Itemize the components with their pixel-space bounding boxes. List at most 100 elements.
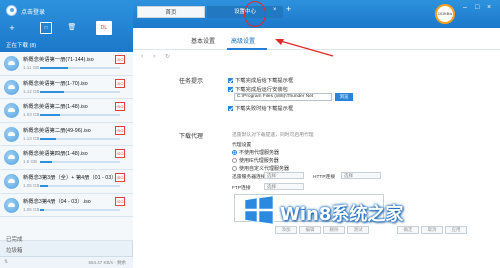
- list-item[interactable]: 新概念英语第二册(1-48).iso 1.03 GB ISO: [0, 99, 133, 123]
- download-mode-button[interactable]: DL: [96, 21, 112, 35]
- checkbox[interactable]: [228, 106, 233, 111]
- expand-icon[interactable]: ⇅: [4, 259, 8, 265]
- checkbox[interactable]: [228, 87, 233, 92]
- close-window-icon[interactable]: ×: [487, 4, 491, 11]
- new-task-icon[interactable]: +: [6, 22, 18, 34]
- ok-button[interactable]: 确定: [397, 226, 419, 234]
- server-connection-label: 迅雷服务器连接: [232, 175, 266, 180]
- list-item[interactable]: 新概念英语第一册(71-144).iso 1.11 GB ISO: [0, 52, 133, 76]
- download-list: 新概念英语第一册(71-144).iso 1.11 GB ISO 新概念英语第一册(1…: [0, 52, 133, 241]
- file-thumbnail-icon: [4, 150, 19, 166]
- task-tips-title: 任务提示: [179, 79, 204, 85]
- radio-custom-proxy[interactable]: 使用自定义代理服务器: [232, 165, 289, 172]
- total-speed: 554.47 KB/s · 剩余: [88, 260, 126, 265]
- radio-no-proxy[interactable]: 不使用代理服务器: [232, 149, 279, 156]
- list-item[interactable]: 新概念英语第二册(49-96).iso 1.13 GB ISO: [0, 122, 133, 147]
- file-size: 1.03 GB: [23, 112, 40, 118]
- settings-subtabs: 基本设置 高级设置: [133, 28, 500, 50]
- watermark: Win8系统之家: [244, 185, 403, 235]
- pause-icon[interactable]: □: [40, 22, 52, 34]
- add-tab-icon[interactable]: +: [286, 4, 291, 14]
- tab-home-label: 首页: [165, 10, 177, 16]
- tab-bar: 首页 设置中心 × + 101KB/s – □ ×: [133, 0, 500, 28]
- list-item[interactable]: 新概念英语第一册(1-70).iso 1.12 GB ISO: [0, 75, 133, 100]
- tab-advanced-settings[interactable]: 高级设置: [231, 36, 255, 45]
- checkbox-complete-tip[interactable]: 下载完成后给下载提示框: [228, 76, 293, 84]
- checkbox-run-installer[interactable]: 下载完成后运行安装包: [228, 85, 288, 93]
- browse-button[interactable]: 浏览: [335, 93, 353, 101]
- left-header: 点击登录 + □ 🗑 DL 正在下载 (8): [0, 0, 133, 52]
- file-thumbnail-icon: [4, 197, 19, 213]
- file-type-icon: ISO: [115, 172, 125, 182]
- minimize-icon[interactable]: –: [463, 4, 467, 11]
- radio[interactable]: [232, 150, 237, 155]
- checkbox-label: 下载失败时给下载提示框: [235, 106, 294, 112]
- forward-icon[interactable]: ›: [153, 53, 155, 60]
- file-thumbnail-icon: [4, 79, 19, 95]
- tab-home[interactable]: 首页: [137, 6, 205, 18]
- back-icon[interactable]: ‹: [141, 53, 143, 60]
- login-link[interactable]: 点击登录: [21, 7, 45, 16]
- progress-fill: [40, 90, 64, 93]
- progress-track: [40, 161, 120, 164]
- progress-fill: [40, 161, 52, 164]
- progress-fill: [40, 114, 60, 117]
- file-thumbnail-icon: [4, 103, 19, 119]
- file-type-icon: ISO: [115, 149, 125, 159]
- file-size: 1.13 GB: [23, 135, 40, 141]
- proxy-settings-label: 代理设置: [232, 143, 252, 148]
- server-select[interactable]: 选择: [264, 172, 304, 179]
- file-type-icon: ISO: [115, 102, 125, 112]
- file-name: 新概念英语第一册(71-144).iso: [23, 57, 94, 63]
- radio-label: 不使用代理服务器: [239, 150, 280, 156]
- maximize-icon[interactable]: □: [475, 4, 479, 11]
- watermark-text: Win8系统之家: [280, 204, 404, 225]
- file-size: 1.05 GB: [23, 182, 40, 188]
- radio[interactable]: [232, 158, 237, 163]
- speed-indicator[interactable]: 101KB/s: [435, 4, 455, 24]
- annotation-circle: [244, 1, 266, 27]
- file-size: 1.6 GB: [23, 159, 38, 165]
- file-name: 新概念英语第一册(1-70).iso: [23, 80, 88, 87]
- file-type-icon: ISO: [115, 55, 125, 64]
- checkbox[interactable]: [228, 78, 233, 83]
- download-path-input[interactable]: C:\Program Files (x86)\Thunder Net: [234, 93, 332, 101]
- file-size: 1.06 GB: [23, 206, 40, 212]
- close-tab-icon[interactable]: ×: [273, 7, 277, 13]
- delete-icon[interactable]: 🗑: [66, 22, 78, 34]
- file-thumbnail-icon: [4, 56, 19, 71]
- cancel-button[interactable]: 取消: [421, 226, 443, 234]
- list-item[interactable]: 新概念英语第四册(1-48).iso 1.6 GB ISO: [0, 146, 133, 170]
- download-list-panel: 点击登录 + □ 🗑 DL 正在下载 (8) 新概念英语第一册(71-144).…: [0, 0, 133, 268]
- file-type-icon: ISO: [115, 196, 125, 206]
- checkbox-fail-tip[interactable]: 下载失败时给下载提示框: [228, 104, 293, 112]
- footer-links: 已完成 垃圾箱: [6, 235, 23, 257]
- settings-toolbar: ‹ › ↻: [133, 50, 500, 65]
- file-thumbnail-icon: [4, 173, 19, 189]
- proxy-hint: 迅雷默认对下载提速，同时可启用代理: [232, 133, 314, 138]
- list-item[interactable]: 新概念3第3册（全）+ 第4册（01 - 03） 1.05 GB ISO: [0, 169, 133, 194]
- file-name: 新概念英语第四册(1-48).iso: [23, 151, 88, 158]
- list-item[interactable]: 新概念3第4册（04 - 03）.iso 1.06 GB ISO: [0, 193, 133, 218]
- radio-ie-proxy[interactable]: 使用IE代理服务器: [232, 157, 279, 164]
- file-name: 新概念3第4册（04 - 03）.iso: [23, 198, 91, 205]
- avatar[interactable]: [6, 5, 17, 16]
- refresh-icon[interactable]: ↻: [165, 53, 170, 60]
- tab-basic-settings[interactable]: 基本设置: [191, 36, 215, 45]
- file-name: 新概念英语第二册(49-96).iso: [23, 127, 91, 134]
- completed-link[interactable]: 已完成: [6, 235, 23, 246]
- http-connection-label: HTTP连接: [313, 175, 336, 180]
- apply-button[interactable]: 应用: [445, 226, 467, 234]
- file-type-icon: ISO: [115, 78, 125, 88]
- progress-fill: [40, 184, 48, 187]
- status-bar: ⇅ 554.47 KB/s · 剩余: [0, 256, 133, 268]
- windows-logo-icon: [244, 195, 274, 225]
- http-select[interactable]: 选择: [341, 172, 381, 179]
- progress-track: [40, 208, 120, 211]
- progress-fill: [40, 67, 68, 69]
- proxy-title: 下载代理: [179, 134, 204, 140]
- file-size: 1.12 GB: [23, 88, 40, 94]
- radio[interactable]: [232, 166, 237, 171]
- progress-track: [40, 184, 120, 187]
- checkbox-label: 下载完成后给下载提示框: [235, 78, 294, 84]
